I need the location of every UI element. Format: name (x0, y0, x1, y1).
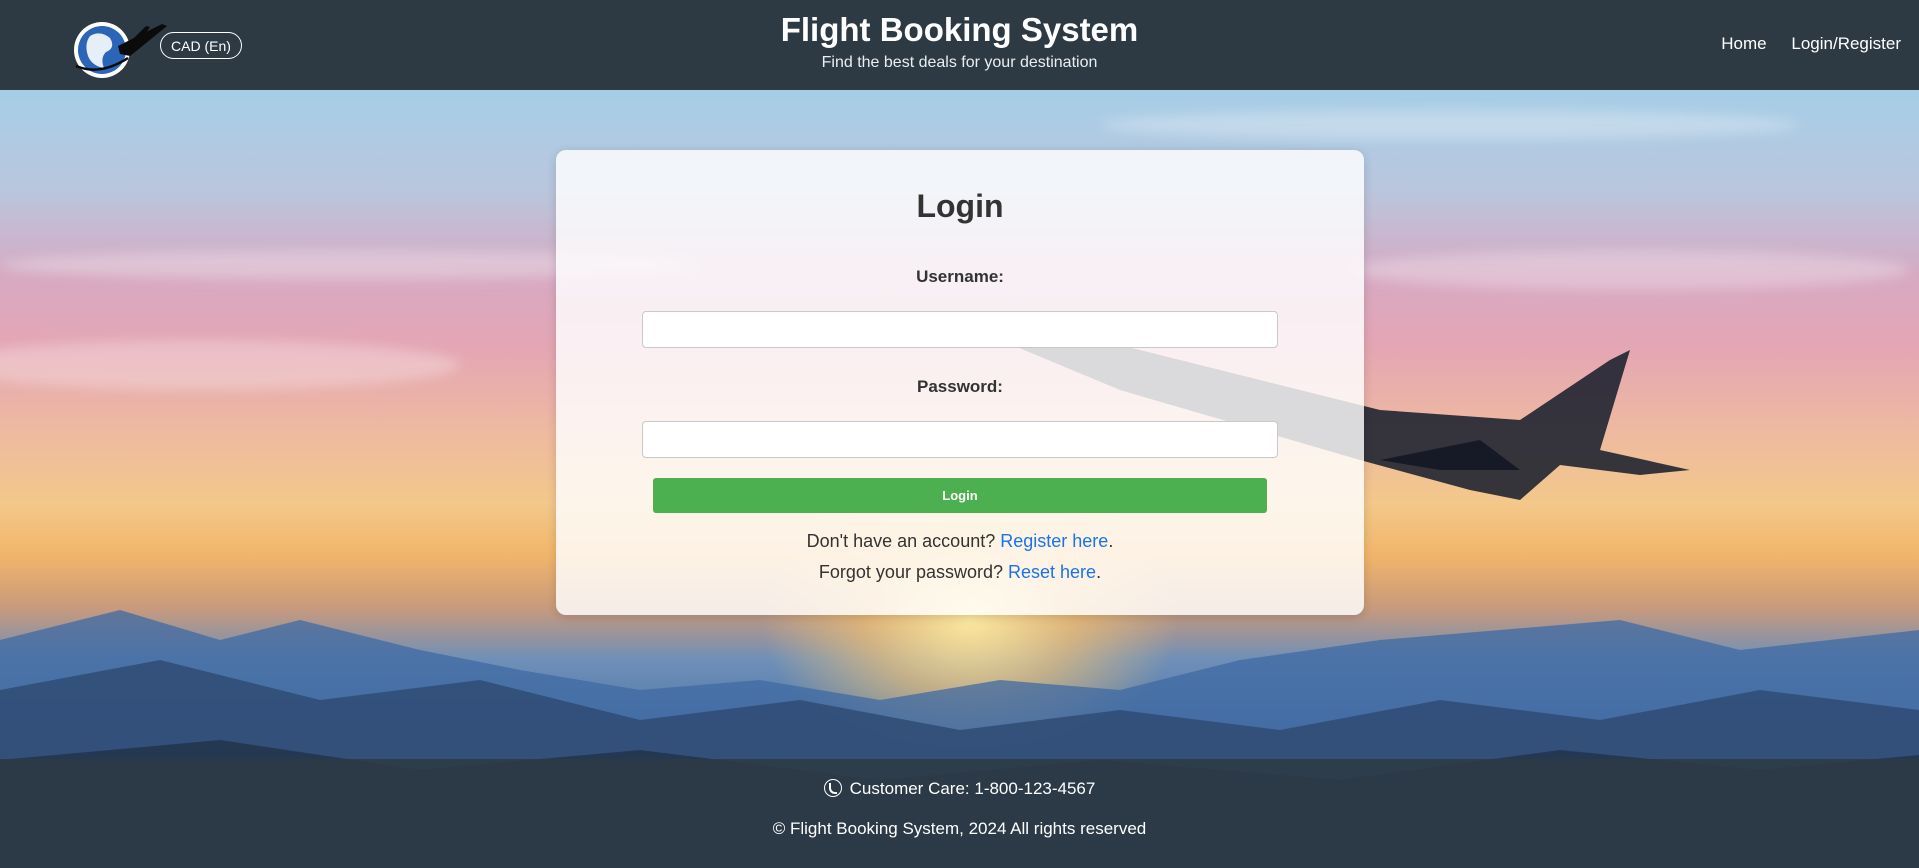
site-title: Flight Booking System (780, 11, 1139, 48)
login-heading: Login (916, 188, 1004, 224)
site-subtitle: Find the best deals for your destination (821, 54, 1098, 71)
register-prompt-line: Don't have an account? Register here. (556, 531, 1364, 552)
customer-care-line: Customer Care: 1-800-123-4567 (0, 779, 1919, 799)
copyright-text: © Flight Booking System, 2024 All rights… (772, 819, 1147, 838)
site-header: CAD (En) Flight Booking System Find the … (0, 0, 1919, 90)
cloud (1100, 110, 1800, 140)
register-prompt-text: Don't have an account? (806, 531, 996, 551)
top-nav: Home Login/Register (1701, 34, 1901, 54)
login-card: Login Username: Password: Login Don't ha… (556, 150, 1364, 615)
login-button[interactable]: Login (653, 478, 1267, 513)
reset-prompt-text: Forgot your password? (818, 562, 1003, 582)
site-footer: Customer Care: 1-800-123-4567 © Flight B… (0, 759, 1919, 868)
password-label: Password: (917, 377, 1003, 396)
reset-suffix: . (1096, 562, 1102, 582)
username-input[interactable] (642, 311, 1278, 348)
username-label: Username: (916, 267, 1004, 286)
reset-prompt-line: Forgot your password? Reset here. (556, 562, 1364, 583)
cloud (0, 340, 460, 390)
register-link[interactable]: Register here (1000, 531, 1108, 551)
nav-login-register-link[interactable]: Login/Register (1791, 34, 1901, 53)
phone-icon (823, 779, 842, 797)
reset-link[interactable]: Reset here (1008, 562, 1096, 582)
nav-home-link[interactable]: Home (1721, 34, 1766, 53)
register-suffix: . (1108, 531, 1114, 551)
password-input[interactable] (642, 421, 1278, 458)
customer-care-text: Customer Care: 1-800-123-4567 (849, 779, 1096, 798)
cloud (1350, 250, 1910, 290)
